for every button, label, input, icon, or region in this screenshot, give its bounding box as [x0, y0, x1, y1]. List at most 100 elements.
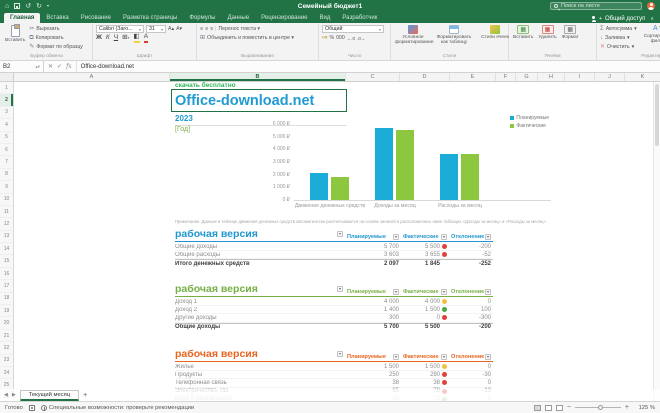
- column-header-K[interactable]: K: [625, 73, 660, 81]
- increase-decimal-button[interactable]: ←.0: [347, 36, 355, 41]
- row-header-21[interactable]: 21: [0, 330, 13, 343]
- column-header-E[interactable]: E: [450, 73, 496, 81]
- row-header-12[interactable]: 12: [0, 218, 13, 231]
- ribbon-tab-Разметка страницы[interactable]: Разметка страницы: [117, 13, 183, 23]
- format-cells-button[interactable]: ▦ Формат: [561, 25, 580, 40]
- cut-button[interactable]: ✂ Вырезать: [29, 25, 83, 33]
- shrink-font-button[interactable]: A▾: [176, 25, 182, 33]
- accessibility-status[interactable]: Специальные возможности: проверьте реком…: [40, 404, 194, 411]
- align-center-icon[interactable]: ≡: [205, 26, 208, 32]
- fill-color-button[interactable]: ◧: [133, 33, 140, 43]
- column-header-A[interactable]: A: [14, 73, 170, 81]
- table-row[interactable]: Общие расходы 3 603 3 655 -52: [175, 251, 493, 260]
- redo-icon[interactable]: ↻: [36, 3, 42, 10]
- row-header-8[interactable]: 8: [0, 169, 13, 182]
- column-header-C[interactable]: C: [346, 73, 400, 81]
- column-header-B[interactable]: B: [170, 73, 346, 81]
- column-header-F[interactable]: F: [496, 73, 516, 81]
- font-color-button[interactable]: А: [143, 33, 149, 43]
- select-all-corner[interactable]: [0, 73, 14, 81]
- save-icon[interactable]: [14, 3, 21, 9]
- user-avatar[interactable]: [647, 2, 655, 10]
- confirm-entry-icon[interactable]: ✓: [57, 63, 62, 70]
- sheet-tab-current-month[interactable]: Текущий месяц: [19, 389, 80, 401]
- format-as-table-button[interactable]: Форматировать как таблицу: [435, 25, 473, 46]
- bar-Фактические[interactable]: [461, 153, 479, 200]
- normal-view-button[interactable]: [533, 404, 541, 411]
- qat-dropdown-icon[interactable]: ▾: [47, 4, 49, 8]
- scrollbar-thumb[interactable]: [655, 84, 659, 146]
- column-header-I[interactable]: I: [565, 73, 595, 81]
- row-header-14[interactable]: 14: [0, 243, 13, 256]
- bar-Планируемые[interactable]: [310, 173, 328, 200]
- add-sheet-button[interactable]: +: [83, 392, 87, 399]
- zoom-in-button[interactable]: +: [625, 404, 629, 411]
- row-header-9[interactable]: 9: [0, 181, 13, 194]
- row-header-22[interactable]: 22: [0, 342, 13, 355]
- budget-chart[interactable]: 6 000 ₽ 5 000 ₽ 4 000 ₽ 3 000 ₽ 2 000 ₽ 1 000…: [263, 113, 555, 217]
- formula-input[interactable]: Office-download.net: [77, 61, 138, 72]
- thousands-button[interactable]: 000: [336, 35, 345, 41]
- year-label-cell[interactable]: [Год]: [175, 126, 190, 133]
- merge-center-button[interactable]: Объединить и поместить в центре ▾: [207, 35, 294, 41]
- ribbon-tab-Вставка[interactable]: Вставка: [40, 13, 74, 23]
- paste-button[interactable]: Вставить: [4, 24, 26, 43]
- row-header-16[interactable]: 16: [0, 268, 13, 281]
- row-header-7[interactable]: 7: [0, 156, 13, 169]
- underline-button[interactable]: Ч: [114, 34, 118, 42]
- conditional-formatting-button[interactable]: Условное форматирование: [394, 25, 434, 46]
- row-header-4[interactable]: 4: [0, 119, 13, 132]
- align-right-icon[interactable]: ≡: [210, 26, 213, 32]
- font-name-select[interactable]: Calibri (Заго... ▾: [96, 25, 144, 33]
- number-format-select[interactable]: Общий ▾: [322, 25, 384, 33]
- decrease-decimal-button[interactable]: .0→: [357, 36, 365, 41]
- font-size-select[interactable]: 31 ▾: [146, 25, 166, 33]
- bar-Фактические[interactable]: [396, 130, 414, 200]
- table-row[interactable]: Общие доходы 5 700 5 500 -200: [175, 322, 493, 331]
- search-input[interactable]: Поиск на листе: [550, 2, 642, 10]
- table-row[interactable]: Итого денежных средств 2 097 1 845 -252: [175, 259, 493, 267]
- column-header-J[interactable]: J: [595, 73, 625, 81]
- copy-button[interactable]: ⧉ Копировать: [29, 34, 83, 42]
- row-header-3[interactable]: 3: [0, 107, 13, 120]
- percent-button[interactable]: %: [330, 35, 335, 41]
- ribbon-tab-Данные[interactable]: Данные: [221, 13, 255, 23]
- next-sheet-icon[interactable]: ▶: [12, 392, 16, 398]
- bold-button[interactable]: Ж: [96, 34, 102, 42]
- undo-icon[interactable]: ↺: [25, 3, 31, 10]
- insert-cells-button[interactable]: ▦ Вставить: [512, 25, 534, 40]
- insert-function-icon[interactable]: fx: [66, 63, 72, 70]
- ribbon-tab-Разработчик[interactable]: Разработчик: [336, 13, 383, 23]
- collapse-ribbon-icon[interactable]: ∧: [650, 16, 654, 22]
- ribbon-tab-Рисование[interactable]: Рисование: [75, 13, 117, 23]
- ribbon-tab-Главная[interactable]: Главная: [4, 13, 41, 23]
- zoom-out-button[interactable]: −: [567, 404, 571, 411]
- grow-font-button[interactable]: A▴: [168, 25, 174, 33]
- table-row[interactable]: Доход 2 1 400 1 500 100: [175, 306, 493, 315]
- zoom-level[interactable]: 125 %: [633, 405, 655, 411]
- zoom-slider-knob[interactable]: [597, 404, 603, 410]
- row-header-11[interactable]: 11: [0, 206, 13, 219]
- clear-button[interactable]: ✕ Очистить ▾: [600, 43, 637, 51]
- row-header-10[interactable]: 10: [0, 194, 13, 206]
- bar-Планируемые[interactable]: [375, 127, 393, 200]
- filter-dropdown-icon[interactable]: ▾: [485, 288, 491, 295]
- table-row[interactable]: Доход 1 4 000 4 000 0: [175, 298, 493, 307]
- row-header-23[interactable]: 23: [0, 355, 13, 367]
- ribbon-tab-Формулы[interactable]: Формулы: [183, 13, 221, 23]
- ribbon-tab-Рецензирование[interactable]: Рецензирование: [255, 13, 313, 23]
- row-header-18[interactable]: 18: [0, 293, 13, 306]
- table-row[interactable]: Жилье 1 500 1 500 0: [175, 363, 493, 372]
- table-row[interactable]: Продукты 250 280 -30: [175, 371, 493, 380]
- align-left-icon[interactable]: ≡: [200, 26, 203, 32]
- page-break-view-button[interactable]: [555, 404, 563, 411]
- italic-button[interactable]: К: [106, 34, 110, 42]
- row-header-20[interactable]: 20: [0, 317, 13, 330]
- table-row[interactable]: Общие доходы 5 700 5 500 -200: [175, 243, 493, 252]
- zoom-slider[interactable]: [574, 404, 621, 410]
- cells-area[interactable]: скачать бесплатно Office-download.net 20…: [14, 82, 660, 413]
- borders-button[interactable]: ⊞▾: [122, 34, 129, 42]
- row-header-2[interactable]: 2: [0, 94, 13, 107]
- free-download-text[interactable]: скачать бесплатно: [175, 82, 236, 89]
- row-header-6[interactable]: 6: [0, 144, 13, 157]
